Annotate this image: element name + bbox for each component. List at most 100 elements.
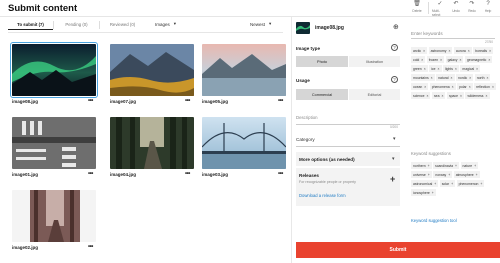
- suggestion-chip[interactable]: scandinavia +: [433, 162, 460, 169]
- suggestion-chip[interactable]: northern +: [411, 162, 432, 169]
- keyword-chip[interactable]: magical ×: [460, 65, 481, 72]
- image-type-illustration[interactable]: Illustration: [349, 56, 400, 67]
- keyword-chip[interactable]: nordic ×: [456, 74, 474, 81]
- download-release-link[interactable]: Download a release form: [299, 193, 346, 198]
- redo-button[interactable]: ↷ Redo: [464, 1, 480, 15]
- remove-icon[interactable]: ×: [440, 58, 442, 62]
- keyword-chip[interactable]: phenomena ×: [429, 83, 456, 90]
- remove-icon[interactable]: ×: [427, 94, 429, 98]
- keyword-chip[interactable]: north ×: [474, 74, 491, 81]
- keyword-chip[interactable]: wilderness ×: [465, 92, 490, 99]
- more-options-icon[interactable]: •••: [278, 171, 283, 177]
- remove-icon[interactable]: ×: [455, 67, 457, 71]
- remove-icon[interactable]: ×: [489, 49, 491, 53]
- keyword-chip[interactable]: cold ×: [411, 56, 426, 63]
- add-icon[interactable]: +: [428, 164, 430, 168]
- category-select[interactable]: Category: [296, 137, 315, 142]
- suggestion-chip[interactable]: astronomical +: [411, 180, 439, 187]
- add-icon[interactable]: +: [434, 182, 436, 186]
- keyword-chip[interactable]: arctic ×: [411, 47, 428, 54]
- help-icon[interactable]: ?: [391, 76, 398, 83]
- add-icon[interactable]: +: [432, 191, 434, 195]
- keyword-chip[interactable]: frozen ×: [426, 56, 445, 63]
- image-thumbnail[interactable]: [202, 44, 286, 96]
- keyword-chip[interactable]: green ×: [411, 65, 428, 72]
- remove-icon[interactable]: ×: [431, 76, 433, 80]
- remove-icon[interactable]: ×: [469, 76, 471, 80]
- suggestion-chip[interactable]: solar +: [439, 180, 456, 187]
- help-button[interactable]: ? Help: [480, 1, 496, 15]
- keyword-chip[interactable]: ice ×: [429, 65, 442, 72]
- keyword-chip[interactable]: astronomy ×: [428, 47, 453, 54]
- help-icon[interactable]: ?: [391, 44, 398, 51]
- remove-icon[interactable]: ×: [486, 76, 488, 80]
- image-thumbnail[interactable]: [12, 117, 96, 169]
- usage-editorial[interactable]: Editorial: [349, 89, 400, 100]
- remove-icon[interactable]: ×: [424, 85, 426, 89]
- multi-select-button[interactable]: ✓ Multi-select: [432, 1, 448, 17]
- add-icon[interactable]: +: [480, 182, 482, 186]
- remove-icon[interactable]: ×: [488, 58, 490, 62]
- remove-icon[interactable]: ×: [424, 67, 426, 71]
- remove-icon[interactable]: ×: [459, 58, 461, 62]
- add-release-icon[interactable]: +: [390, 174, 395, 184]
- remove-icon[interactable]: ×: [438, 67, 440, 71]
- remove-icon[interactable]: ×: [441, 94, 443, 98]
- keyword-chip[interactable]: galaxy ×: [445, 56, 464, 63]
- media-type-select[interactable]: Images ▾: [155, 21, 176, 27]
- more-options-icon[interactable]: •••: [88, 171, 93, 177]
- keyword-chip[interactable]: mountains ×: [411, 74, 435, 81]
- add-icon[interactable]: +: [474, 164, 476, 168]
- remove-icon[interactable]: ×: [451, 76, 453, 80]
- keyword-chip[interactable]: science ×: [411, 92, 431, 99]
- keyword-chip[interactable]: sea ×: [431, 92, 446, 99]
- more-options-icon[interactable]: •••: [185, 171, 190, 177]
- keyword-chip[interactable]: geomagnetic ×: [464, 56, 493, 63]
- keyword-chip[interactable]: polar ×: [457, 83, 473, 90]
- add-icon[interactable]: +: [476, 173, 478, 177]
- add-icon[interactable]: +: [455, 164, 457, 168]
- suggestion-chip[interactable]: norway +: [433, 171, 453, 178]
- remove-icon[interactable]: ×: [469, 85, 471, 89]
- keyword-chip[interactable]: lights ×: [443, 65, 459, 72]
- usage-commercial[interactable]: Commercial: [296, 89, 348, 100]
- remove-icon[interactable]: ×: [468, 49, 470, 53]
- suggestion-chip[interactable]: ionosphere +: [411, 189, 436, 196]
- suggestion-chip[interactable]: atmosphere +: [453, 171, 480, 178]
- keyword-chip[interactable]: reflection ×: [474, 83, 496, 90]
- suggestion-chip[interactable]: universe +: [411, 171, 432, 178]
- undo-button[interactable]: ↶ Undo: [448, 1, 464, 15]
- remove-icon[interactable]: ×: [460, 94, 462, 98]
- image-type-photo[interactable]: Photo: [296, 56, 348, 67]
- submit-button[interactable]: Submit: [296, 242, 500, 258]
- remove-icon[interactable]: ×: [476, 67, 478, 71]
- tab-pending[interactable]: Pending (0): [54, 20, 99, 30]
- image-thumbnail[interactable]: [202, 117, 286, 169]
- tab-reviewed[interactable]: Reviewed (0): [100, 20, 145, 30]
- image-thumbnail[interactable]: [110, 44, 194, 96]
- remove-icon[interactable]: ×: [448, 49, 450, 53]
- image-thumbnail[interactable]: [110, 117, 194, 169]
- image-thumbnail[interactable]: [12, 190, 96, 242]
- remove-icon[interactable]: ×: [452, 85, 454, 89]
- remove-icon[interactable]: ×: [421, 58, 423, 62]
- suggestion-chip[interactable]: nature +: [460, 162, 479, 169]
- keyword-chip[interactable]: borealis ×: [473, 47, 494, 54]
- keyword-suggestion-tool-link[interactable]: Keyword suggestion tool: [411, 218, 457, 223]
- keyword-chip[interactable]: aurora ×: [453, 47, 472, 54]
- add-icon[interactable]: +: [428, 173, 430, 177]
- remove-icon[interactable]: ×: [423, 49, 425, 53]
- remove-icon[interactable]: ×: [486, 94, 488, 98]
- more-options-icon[interactable]: •••: [185, 98, 190, 104]
- remove-icon[interactable]: ×: [492, 85, 494, 89]
- more-options-icon[interactable]: •••: [88, 98, 93, 104]
- keyword-chip[interactable]: natural ×: [436, 74, 455, 81]
- keyword-chip[interactable]: ocean ×: [411, 83, 429, 90]
- keyword-chip[interactable]: space ×: [446, 92, 464, 99]
- keywords-input[interactable]: Enter keywords: [411, 31, 443, 36]
- add-icon[interactable]: +: [448, 173, 450, 177]
- suggestion-chip[interactable]: phenomenon +: [456, 180, 485, 187]
- zoom-icon[interactable]: ⊕: [393, 23, 399, 31]
- description-input[interactable]: Description: [296, 115, 318, 120]
- more-options-icon[interactable]: •••: [88, 244, 93, 250]
